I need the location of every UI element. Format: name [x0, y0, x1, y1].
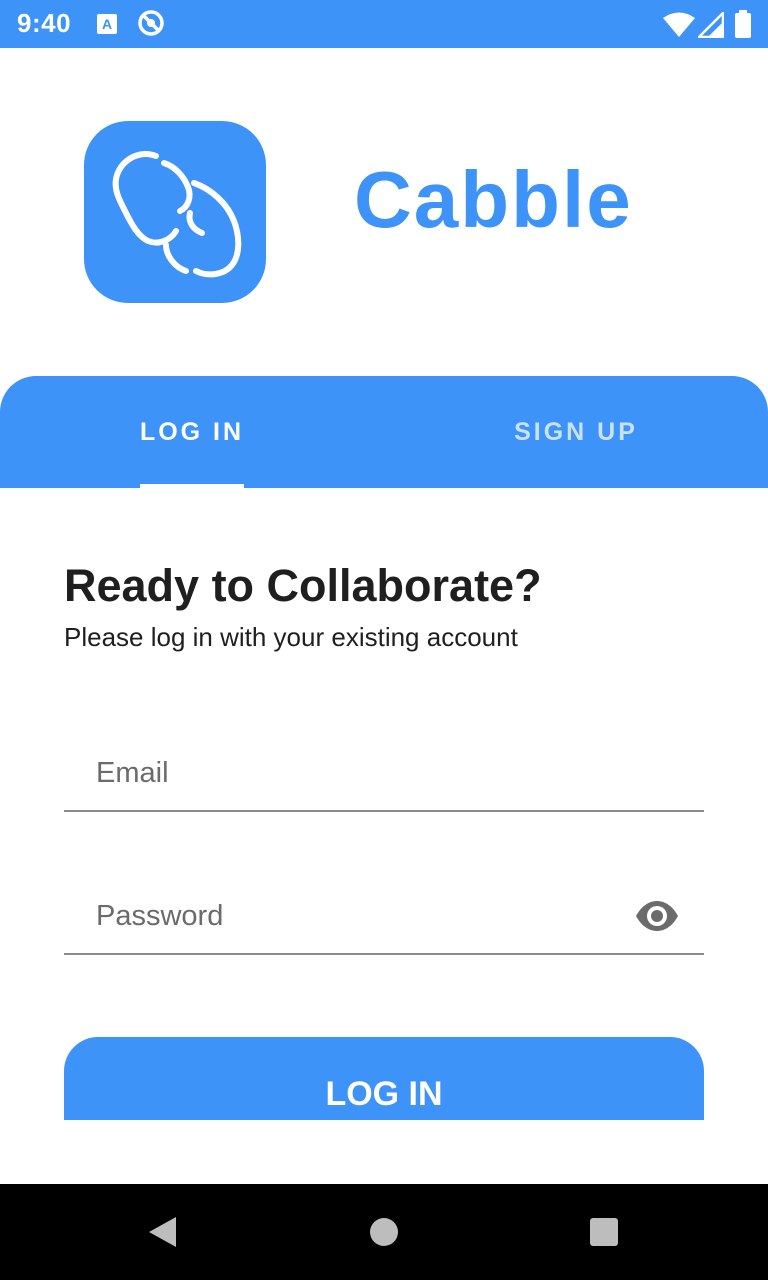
recents-icon	[590, 1218, 618, 1246]
home-icon	[370, 1218, 398, 1246]
page-subtitle: Please log in with your existing account	[64, 622, 518, 652]
page-title: Ready to Collaborate?	[64, 560, 542, 611]
wifi-icon	[663, 12, 695, 37]
email-field	[64, 738, 704, 812]
signal-icon	[698, 12, 724, 38]
back-icon	[149, 1217, 176, 1247]
app-logo	[84, 121, 266, 303]
status-bar: 9:40 A	[0, 0, 768, 48]
brand-name: Cabble	[354, 155, 633, 244]
password-field	[64, 881, 704, 955]
svg-text:A: A	[102, 16, 112, 32]
email-input[interactable]	[96, 738, 636, 808]
system-nav-bar	[0, 1184, 768, 1280]
text-a-icon: A	[97, 14, 117, 34]
tab-log-in[interactable]: LOG IN	[0, 376, 384, 488]
battery-icon	[735, 10, 751, 38]
password-input[interactable]	[96, 881, 636, 951]
back-button[interactable]	[130, 1184, 194, 1280]
tab-indicator	[140, 484, 244, 488]
login-button[interactable]: LOG IN	[64, 1037, 704, 1120]
recents-button[interactable]	[572, 1184, 636, 1280]
eye-icon[interactable]	[634, 899, 680, 933]
status-time: 9:40	[17, 8, 72, 38]
login-screen: 9:40 A Cabble LOG IN SIGN UP Ready to Co…	[0, 0, 768, 1280]
no-disturb-icon	[138, 10, 164, 36]
tab-sign-up[interactable]: SIGN UP	[384, 376, 768, 488]
home-button[interactable]	[352, 1184, 416, 1280]
auth-tab-bar: LOG IN SIGN UP	[0, 376, 768, 488]
chain-link-icon	[112, 151, 242, 278]
